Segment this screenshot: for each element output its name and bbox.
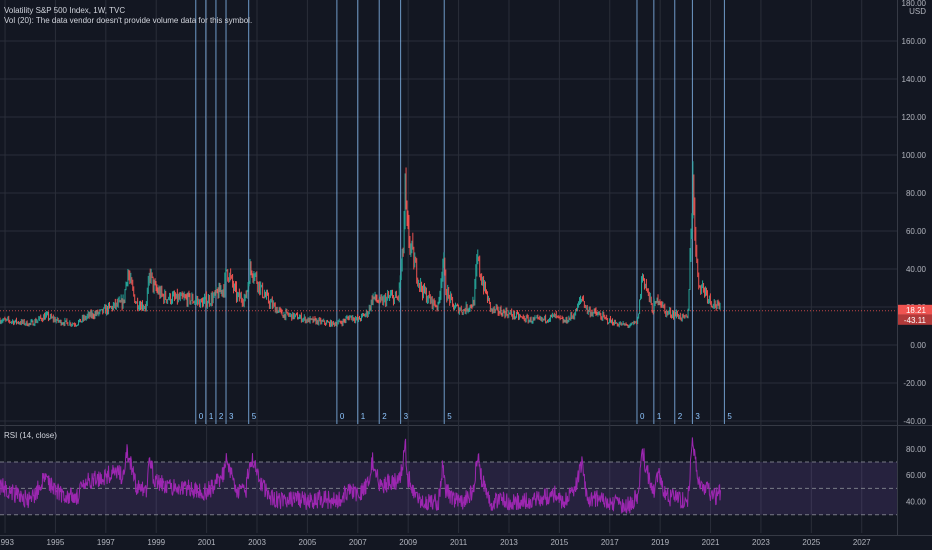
x-tick-label: 2021 [702,538,720,547]
x-tick-label: 2025 [802,538,820,547]
cycle-label: 5 [447,412,452,421]
x-tick-label: 2007 [349,538,367,547]
cycle-label: 0 [340,412,345,421]
x-tick-label: 2023 [752,538,770,547]
x-tick-label: 2013 [500,538,518,547]
cycle-label: 2 [219,412,224,421]
y-tick-label: 100.00 [902,151,927,160]
cycle-label: 0 [199,412,204,421]
y-tick-label: -20.00 [903,379,926,388]
cycle-label: 3 [695,412,700,421]
chart-canvas[interactable]: 012350123501235 199319951997199920012003… [0,0,932,550]
offset-badge-value: -43.11 [904,316,927,325]
x-tick-label: 2003 [248,538,266,547]
x-tick-label: 2019 [651,538,669,547]
x-tick-label: 2017 [601,538,619,547]
x-tick-label: 2005 [299,538,317,547]
cycle-label: 3 [404,412,409,421]
x-tick-label: 1995 [47,538,65,547]
y-tick-label: 40.00 [906,265,927,274]
y-tick-label: 80.00 [906,189,927,198]
chart-title[interactable]: Volatility S&P 500 Index, 1W, TVC [4,6,252,16]
x-tick-label: 2009 [399,538,417,547]
y-tick-label: -40.00 [903,417,926,426]
rsi-y-tick-label: 60.00 [906,471,927,480]
x-tick-label: 2027 [853,538,871,547]
y-tick-label: 60.00 [906,227,927,236]
y-tick-label: 140.00 [902,75,927,84]
cycle-label: 3 [229,412,234,421]
currency-label: USD [909,7,926,16]
cycle-label: 2 [382,412,387,421]
main-legend: Volatility S&P 500 Index, 1W, TVC Vol (2… [4,6,252,26]
price-badge-value: 18.21 [906,306,927,315]
cycle-label: 5 [727,412,732,421]
cycle-label: 2 [678,412,683,421]
x-tick-label: 1999 [147,538,165,547]
chart-app: 012350123501235 199319951997199920012003… [0,0,932,550]
x-tick-label: 1993 [0,538,14,547]
rsi-y-tick-label: 80.00 [906,445,927,454]
cycle-label: 0 [640,412,645,421]
rsi-legend[interactable]: RSI (14, close) [4,431,57,441]
cycle-label: 5 [252,412,257,421]
x-tick-label: 2001 [198,538,216,547]
volume-note: Vol (20): The data vendor doesn't provid… [4,16,253,25]
x-tick-label: 1997 [97,538,115,547]
y-tick-label: 160.00 [902,37,927,46]
x-tick-label: 2011 [450,538,468,547]
rsi-title: RSI (14, close) [4,431,57,440]
cycle-label: 1 [361,412,366,421]
cycle-label: 1 [657,412,662,421]
y-tick-label: 120.00 [902,113,927,122]
y-tick-label: 0.00 [910,341,926,350]
cycle-label: 1 [209,412,214,421]
x-tick-label: 2015 [550,538,568,547]
rsi-y-tick-label: 40.00 [906,498,927,507]
